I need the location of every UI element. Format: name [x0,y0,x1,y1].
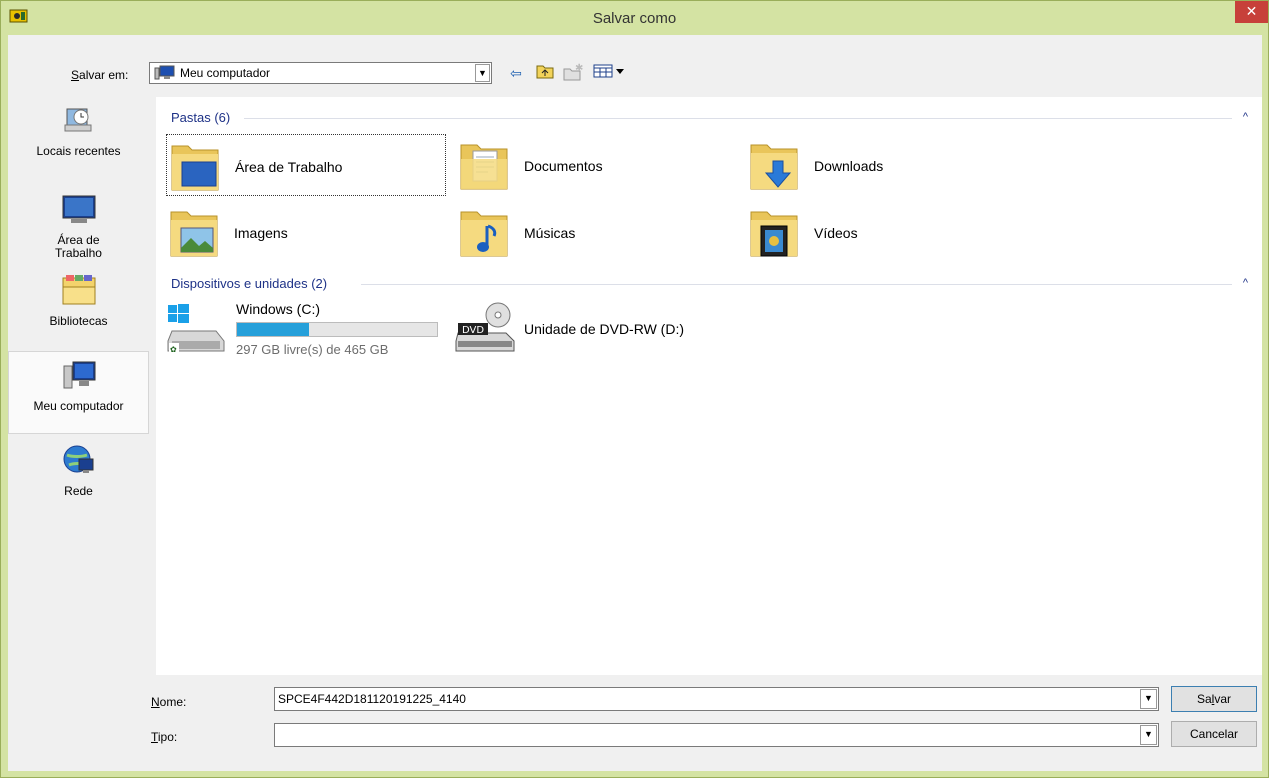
folder-item-label: Músicas [524,225,576,241]
save-as-dialog: Salvar como ✕ Salvar em: Meu computador … [0,0,1269,778]
save-in-combobox[interactable]: Meu computador ▼ [149,62,492,84]
filename-value: SPCE4F442D181120191225_4140 [278,692,466,706]
folder-item-music[interactable]: Músicas [456,201,736,263]
computer-icon [63,361,95,389]
up-folder-icon[interactable] [535,63,555,83]
place-desktop[interactable]: Área de Trabalho [8,193,149,263]
devices-collapse-icon[interactable]: ^ [1243,277,1248,289]
dialog-body: Salvar em: Meu computador ▼ ⇦ ✱ Locais r… [8,35,1262,771]
documents-folder-icon [460,144,508,190]
place-network[interactable]: Rede [8,443,149,513]
back-icon[interactable]: ⇦ [506,63,526,83]
filename-dropdown-arrow[interactable]: ▼ [1140,689,1157,709]
save-button[interactable]: Salvar [1171,686,1257,712]
cancel-button[interactable]: Cancelar [1171,721,1257,747]
folder-item-label: Downloads [814,158,884,174]
drive-c-name: Windows (C:) [236,301,321,317]
save-in-value: Meu computador [180,66,271,80]
network-icon [63,445,93,473]
folder-item-label: Documentos [524,158,603,174]
filetype-label: Tipo: [151,730,178,744]
folder-item-documents[interactable]: Documentos [456,134,736,196]
drive-item-dvd[interactable]: DVD Unidade de DVD-RW (D:) [452,297,752,367]
title-bar[interactable]: Salvar como ✕ [1,1,1268,35]
folder-item-desktop[interactable]: Área de Trabalho [166,134,446,196]
place-libraries[interactable]: Bibliotecas [8,273,149,343]
place-recent[interactable]: Locais recentes [8,103,149,183]
computer-small-icon [154,65,175,80]
folders-group-divider [244,118,1232,119]
folder-item-label: Área de Trabalho [235,159,343,175]
pictures-folder-icon [170,211,218,257]
drive-c-free-space: 297 GB livre(s) de 465 GB [236,342,389,357]
place-libraries-label: Bibliotecas [49,314,108,328]
folders-collapse-icon[interactable]: ^ [1243,111,1248,123]
folder-item-downloads[interactable]: Downloads [746,134,1026,196]
filename-label: Nome: [151,695,187,709]
desktop-folder-icon [171,145,219,191]
folders-group-header[interactable]: Pastas (6) [171,110,230,125]
libraries-icon [62,275,95,305]
drive-item-c[interactable]: ✿ Windows (C:) 297 GB livre(s) de 465 GB [164,297,454,367]
drive-c-usage-bar [236,322,438,337]
devices-group-divider [361,284,1232,285]
desktop-icon [62,195,95,223]
dvd-drive-icon: DVD [455,302,515,352]
save-in-dropdown-arrow[interactable]: ▼ [475,64,490,82]
place-desktop-label: Área de Trabalho [55,233,102,260]
filename-input[interactable]: SPCE4F442D181120191225_4140 ▼ [274,687,1159,711]
videos-folder-icon [750,211,798,257]
place-computer-label: Meu computador [33,399,124,413]
place-computer[interactable]: Meu computador [8,351,149,434]
music-folder-icon [460,211,508,257]
drive-dvd-name: Unidade de DVD-RW (D:) [524,321,685,337]
file-list-view[interactable]: Pastas (6) ^ Área de Trabalho Documentos… [156,97,1262,675]
place-recent-label: Locais recentes [36,144,121,158]
save-in-label: Salvar em: [71,68,129,82]
new-folder-icon[interactable]: ✱ [563,63,583,83]
drive-c-usage-fill [237,323,309,336]
dvd-badge: DVD [462,325,484,336]
folder-item-label: Imagens [234,225,288,241]
devices-group-header[interactable]: Dispositivos e unidades (2) [171,276,327,291]
places-bar: Locais recentes Área de Trabalho Bibliot… [8,97,149,771]
filetype-dropdown-arrow[interactable]: ▼ [1140,725,1157,745]
window-title: Salvar como [592,10,677,27]
close-button[interactable]: ✕ [1235,1,1268,23]
filetype-select[interactable]: ▼ [274,723,1159,747]
svg-text:✿: ✿ [170,345,177,354]
view-menu-icon[interactable] [592,63,628,83]
place-network-label: Rede [64,484,93,498]
svg-text:✱: ✱ [575,63,583,74]
recent-places-icon [64,108,91,132]
downloads-folder-icon [750,144,798,190]
folder-item-pictures[interactable]: Imagens [166,201,446,263]
windows-drive-icon: ✿ [167,304,225,354]
folder-item-label: Vídeos [814,225,858,241]
folder-item-videos[interactable]: Vídeos [746,201,1026,263]
